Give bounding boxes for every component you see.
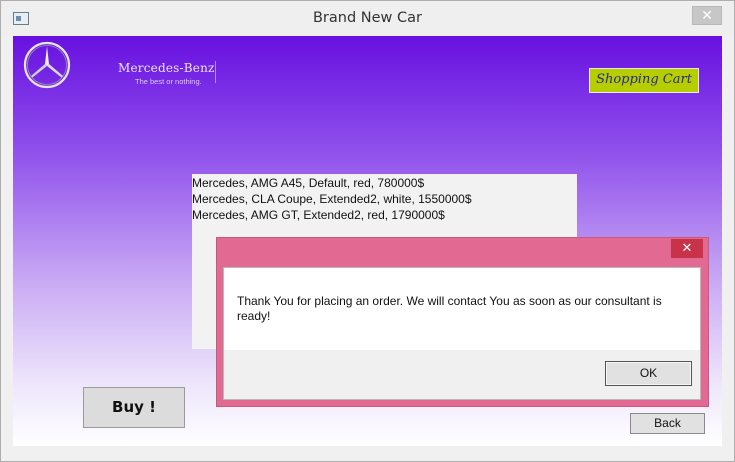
order-list: Mercedes, AMG A45, Default, red, 780000$…	[192, 175, 472, 223]
back-button[interactable]: Back	[630, 413, 705, 434]
dialog-body: Thank You for placing an order. We will …	[223, 267, 701, 400]
order-item[interactable]: Mercedes, CLA Coupe, Extended2, white, 1…	[192, 191, 472, 207]
brand-name: Mercedes-Benz	[118, 61, 215, 75]
buy-button[interactable]: Buy !	[83, 387, 185, 428]
dialog-message: Thank You for placing an order. We will …	[237, 294, 662, 323]
dialog-close-button[interactable]: ✕	[671, 239, 703, 258]
mercedes-star-icon	[23, 41, 71, 89]
shopping-cart-button[interactable]: Shopping Cart	[589, 68, 699, 93]
window-title: Brand New Car	[312, 10, 422, 26]
order-item[interactable]: Mercedes, AMG A45, Default, red, 780000$	[192, 175, 472, 191]
order-item[interactable]: Mercedes, AMG GT, Extended2, red, 179000…	[192, 207, 472, 223]
confirmation-dialog: ✕ Thank You for placing an order. We wil…	[216, 237, 709, 407]
window-close-button[interactable]: ✕	[692, 6, 722, 25]
brand-tagline: The best or nothing.	[135, 77, 202, 86]
title-bar[interactable]: Brand New Car ✕	[1, 1, 734, 35]
brand-divider	[215, 61, 216, 83]
dialog-message-area: Thank You for placing an order. We will …	[224, 268, 700, 350]
ok-button[interactable]: OK	[605, 361, 692, 386]
